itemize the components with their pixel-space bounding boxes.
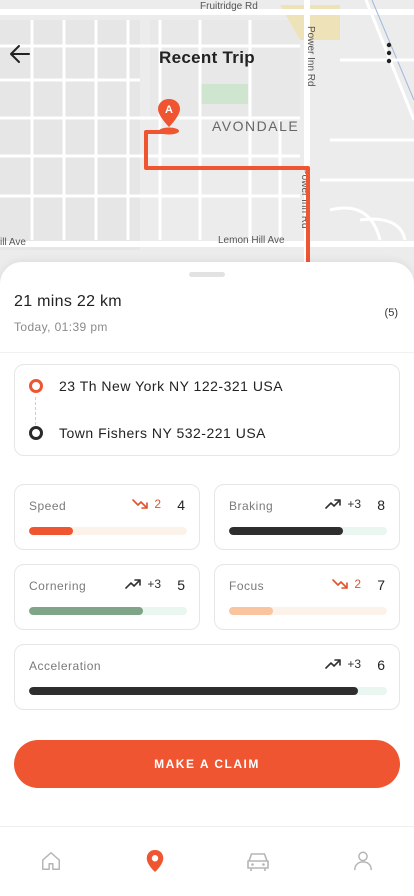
start-address: 23 Th New York NY 122-321 USA — [59, 378, 284, 394]
metric-trend: +3 — [125, 577, 161, 591]
metric-label: Focus — [229, 579, 265, 593]
metric-trend: 2 — [332, 577, 361, 591]
metric-label: Braking — [229, 499, 274, 513]
metric-trend: +3 — [325, 657, 361, 671]
metric-score: 7 — [377, 577, 385, 593]
make-claim-button[interactable]: MAKE A CLAIM — [14, 740, 400, 788]
progress-track — [29, 687, 387, 695]
trend-up-icon — [325, 659, 342, 669]
tab-vehicles[interactable] — [244, 847, 272, 875]
trend-value: +3 — [347, 657, 361, 671]
metric-card-acceleration[interactable]: Acceleration +3 6 — [14, 644, 400, 710]
metric-card-focus[interactable]: Focus 2 7 — [214, 564, 400, 630]
bottom-tab-bar — [0, 826, 414, 896]
trend-down-icon — [132, 499, 149, 509]
trip-rating: (5) — [384, 307, 398, 319]
progress-track — [229, 607, 387, 615]
more-options-button[interactable] — [386, 42, 410, 74]
location-pin-icon — [146, 850, 164, 872]
car-icon — [247, 853, 269, 871]
trend-value: +3 — [347, 497, 361, 511]
route-card: 23 Th New York NY 122-321 USA Town Fishe… — [14, 364, 400, 456]
user-icon — [354, 851, 372, 871]
trend-up-icon — [325, 499, 342, 509]
marker-label: A — [165, 104, 173, 116]
top-bar: Recent Trip — [0, 38, 414, 78]
progress-fill — [29, 527, 74, 535]
progress-track — [29, 527, 187, 535]
route-start: 23 Th New York NY 122-321 USA — [29, 378, 283, 394]
progress-fill — [229, 527, 343, 535]
trend-value: 2 — [154, 497, 161, 511]
trip-summary: 21 mins 22 km — [14, 293, 122, 310]
metric-score: 4 — [177, 497, 185, 513]
arrow-left-icon — [10, 45, 30, 63]
metric-score: 6 — [377, 657, 385, 673]
divider — [0, 352, 414, 353]
start-marker[interactable]: A — [156, 97, 182, 135]
trend-value: +3 — [147, 577, 161, 591]
progress-fill — [29, 607, 143, 615]
home-icon — [42, 852, 60, 870]
metric-card-cornering[interactable]: Cornering +3 5 — [14, 564, 200, 630]
metric-label: Acceleration — [29, 659, 102, 673]
end-point-icon — [29, 426, 43, 440]
back-button[interactable] — [8, 42, 40, 74]
progress-track — [229, 527, 387, 535]
location-marker-icon: A — [158, 99, 180, 135]
trip-map[interactable]: Fruitridge Rd Power Inn Rd Power Inn Rd … — [0, 0, 414, 300]
progress-fill — [29, 687, 359, 695]
end-address: Town Fishers NY 532-221 USA — [59, 425, 266, 441]
trip-details-sheet: 21 mins 22 km Today, 01:39 pm (5) 23 Th … — [0, 262, 414, 896]
tab-trips[interactable] — [141, 847, 169, 875]
metric-card-braking[interactable]: Braking +3 8 — [214, 484, 400, 550]
tab-profile[interactable] — [349, 847, 377, 875]
metric-score: 8 — [377, 497, 385, 513]
trend-down-icon — [332, 579, 349, 589]
metric-trend: 2 — [132, 497, 161, 511]
trip-time: Today, 01:39 pm — [14, 320, 108, 334]
trend-value: 2 — [354, 577, 361, 591]
tab-home[interactable] — [37, 847, 65, 875]
metric-score: 5 — [177, 577, 185, 593]
page-title: Recent Trip — [159, 48, 255, 67]
progress-track — [29, 607, 187, 615]
metric-label: Cornering — [29, 579, 87, 593]
metric-card-speed[interactable]: Speed 2 4 — [14, 484, 200, 550]
route-end: Town Fishers NY 532-221 USA — [29, 425, 266, 441]
sheet-drag-handle[interactable] — [189, 272, 225, 277]
trend-up-icon — [125, 579, 142, 589]
metric-label: Speed — [29, 499, 67, 513]
progress-fill — [229, 607, 274, 615]
metric-trend: +3 — [325, 497, 361, 511]
route-connector — [35, 397, 36, 425]
more-vertical-icon — [386, 42, 392, 64]
start-point-icon — [29, 379, 43, 393]
